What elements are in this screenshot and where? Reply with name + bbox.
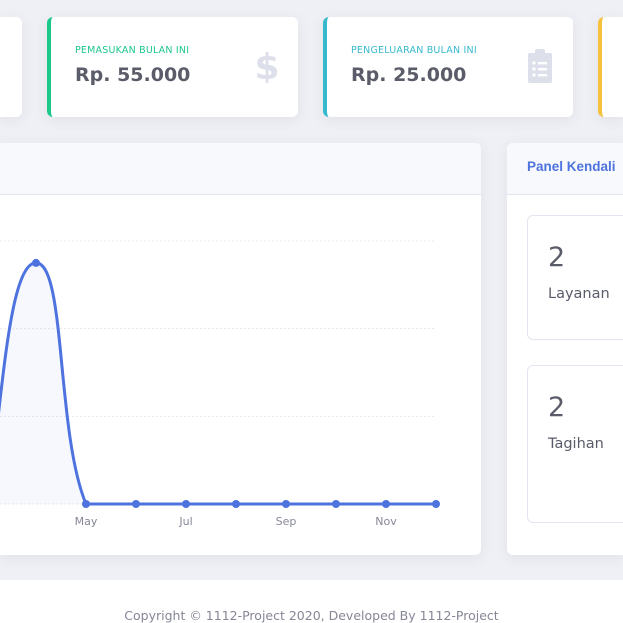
stat-card-expense: PENGELUARAN BULAN INI Rp. 25.000 bbox=[323, 17, 573, 117]
data-point bbox=[382, 500, 390, 508]
panel-item-count: 2 bbox=[548, 392, 566, 423]
data-point bbox=[32, 258, 40, 267]
chart-card-header bbox=[0, 143, 481, 195]
footer-copyright: Copyright © 1112-Project 2020, Developed… bbox=[124, 608, 499, 623]
x-tick-label: May bbox=[75, 515, 98, 528]
panel-item-label: Tagihan bbox=[548, 436, 604, 452]
clipboard-list-icon bbox=[527, 49, 553, 87]
area-fill bbox=[0, 262, 436, 504]
panel-item-tagihan[interactable]: 2 Tagihan bbox=[527, 365, 623, 523]
x-tick-label: Sep bbox=[276, 515, 297, 528]
dollar-icon: $ bbox=[254, 47, 279, 88]
panel-item-label: Layanan bbox=[548, 286, 610, 302]
data-point bbox=[432, 500, 440, 508]
data-point bbox=[282, 500, 290, 508]
x-tick-label: Nov bbox=[375, 515, 397, 528]
stat-value: Rp. 25.000 bbox=[351, 64, 467, 86]
data-point bbox=[132, 500, 140, 508]
data-point bbox=[182, 500, 190, 508]
chart-card: May Jul Sep Nov bbox=[0, 143, 481, 555]
x-tick-label: Jul bbox=[178, 515, 192, 528]
panel-title: Panel Kendali bbox=[527, 159, 616, 174]
panel-item-layanan[interactable]: 2 Layanan bbox=[527, 215, 623, 340]
data-point bbox=[232, 500, 240, 508]
stat-card-partial bbox=[0, 17, 22, 117]
stat-card-partial-right bbox=[598, 17, 623, 117]
stat-value: Rp. 55.000 bbox=[75, 64, 191, 86]
data-point bbox=[332, 500, 340, 508]
control-panel-card: Panel Kendali 2 Layanan 2 Tagihan bbox=[507, 143, 623, 555]
data-point bbox=[82, 500, 90, 508]
stat-card-income: PEMASUKAN BULAN INI Rp. 55.000 $ bbox=[47, 17, 298, 117]
svg-text:$: $ bbox=[256, 49, 278, 83]
panel-item-count: 2 bbox=[548, 242, 566, 273]
stat-label: PENGELUARAN BULAN INI bbox=[351, 45, 477, 56]
stat-label: PEMASUKAN BULAN INI bbox=[75, 45, 190, 56]
area-chart: May Jul Sep Nov bbox=[0, 240, 440, 528]
control-panel-header: Panel Kendali bbox=[507, 143, 623, 195]
content-area: PEMASUKAN BULAN INI Rp. 55.000 $ PENGELU… bbox=[0, 0, 623, 580]
